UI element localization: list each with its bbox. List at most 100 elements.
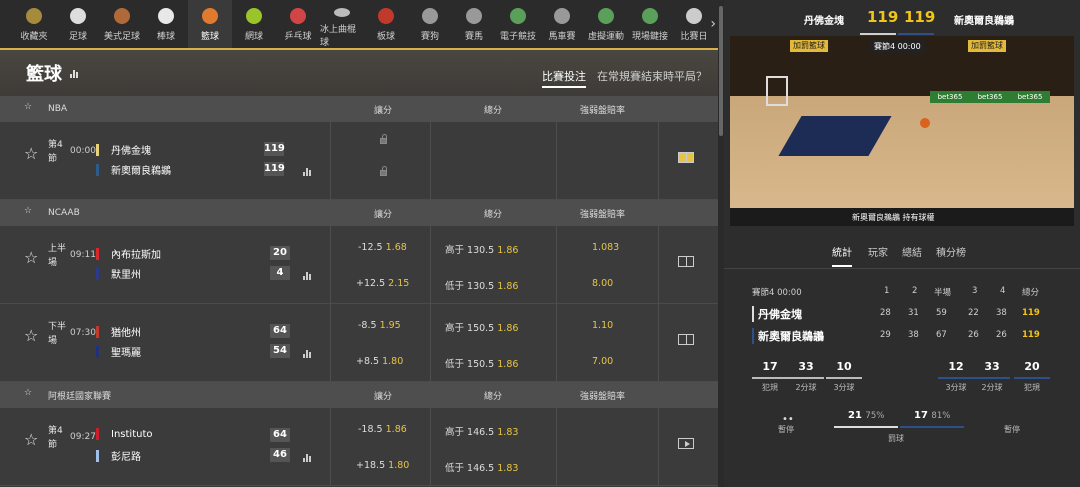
moneyline-odd[interactable]: 8.00 <box>592 278 613 289</box>
team-name[interactable]: 猶他州 <box>96 324 141 339</box>
tab-stats[interactable]: 統計 <box>832 244 852 267</box>
column-header: 讓分 <box>374 209 393 220</box>
nav-item[interactable]: 虛擬運動 <box>584 0 628 48</box>
team-label: 彭尼路 <box>111 452 141 463</box>
team-name[interactable]: Instituto <box>96 428 153 440</box>
nav-item[interactable]: 現場鍵接 <box>628 0 672 48</box>
handicap-odd[interactable]: +8.5 1.80 <box>356 356 403 367</box>
total-odd[interactable]: 高于 130.5 1.86 <box>445 242 518 256</box>
tab-draw-regular[interactable]: 在常規賽結束時平局？ <box>597 68 707 84</box>
moneyline-odd[interactable]: 1.10 <box>592 320 613 331</box>
total-line: 高于 130.5 <box>445 245 495 256</box>
handicap-line: +12.5 <box>356 278 386 289</box>
column-divider <box>430 408 431 486</box>
column-divider <box>330 122 331 200</box>
nav-item[interactable]: 籃球 <box>188 0 232 48</box>
team-name[interactable]: 默里州 <box>96 266 141 281</box>
league-header: ☆ NBA 讓分 總分 強弱盤賠率 <box>0 96 718 122</box>
stat-value: 17 <box>752 360 788 379</box>
pitch-icon[interactable] <box>678 256 694 267</box>
nav-item[interactable]: 收藏夾 <box>12 0 56 48</box>
nav-label: 乒乓球 <box>284 32 312 42</box>
total-odd[interactable]: 低于 146.5 1.83 <box>445 460 518 474</box>
nav-label: 虛擬運動 <box>587 32 624 42</box>
video-icon[interactable] <box>678 438 694 449</box>
scrollbar-thumb[interactable] <box>719 6 723 136</box>
ad-text: bet365 <box>1017 93 1043 101</box>
ft-bar-home <box>834 426 898 428</box>
nav-item[interactable]: 比賽日 <box>672 0 716 48</box>
nav-item[interactable]: 足球 <box>56 0 100 48</box>
column-divider <box>430 226 431 304</box>
tab-match-bets[interactable]: 比賽投注 <box>542 68 586 88</box>
column-divider <box>330 408 331 486</box>
stat-home-2pt: 33 2分球 <box>788 360 824 393</box>
total-odd[interactable]: 高于 146.5 1.83 <box>445 424 518 438</box>
stats-icon[interactable] <box>303 452 311 462</box>
total-price: 1.83 <box>497 427 519 438</box>
stats-icon[interactable] <box>70 68 78 78</box>
match-row[interactable]: ☆ 下半場 07:30 猶他州 64 聖瑪麗 54 -8.5 1.95 高于 150.5 1.8… <box>0 304 718 382</box>
team-name[interactable]: 內布拉斯加 <box>96 246 161 261</box>
pitch-icon[interactable] <box>678 334 694 345</box>
stats-icon[interactable] <box>303 348 311 358</box>
nav-item[interactable]: 網球 <box>232 0 276 48</box>
team-name[interactable]: 彭尼路 <box>96 448 141 463</box>
tab-summary[interactable]: 總結 <box>902 244 922 259</box>
sports-nav: 收藏夾 足球 美式足球 棒球 籃球 網球 乒乓球 冰上曲棍球 板球 賽狗 賽馬 電子競技 馬車賽 虛擬運動… <box>0 0 720 50</box>
handicap-odd[interactable]: -8.5 1.95 <box>358 320 401 331</box>
nav-label: 收藏夾 <box>20 32 48 42</box>
tab-standings[interactable]: 積分榜 <box>936 244 966 259</box>
nav-item[interactable]: 冰上曲棍球 <box>320 0 364 48</box>
table-head-half: 半場 <box>934 288 952 298</box>
total-odd[interactable]: 低于 150.5 1.86 <box>445 356 518 370</box>
match-row[interactable]: ☆ 第4節 09:27 Instituto 64 彭尼路 46 -18.5 1.86 高于 14… <box>0 408 718 486</box>
star-icon[interactable]: ☆ <box>24 248 38 267</box>
nav-item[interactable]: 賽狗 <box>408 0 452 48</box>
total-odd[interactable]: 低于 130.5 1.86 <box>445 278 518 292</box>
handicap-odd[interactable]: -18.5 1.86 <box>358 424 407 435</box>
star-icon <box>26 8 42 24</box>
nav-item[interactable]: 美式足球 <box>100 0 144 48</box>
nav-item[interactable]: 賽馬 <box>452 0 496 48</box>
column-divider <box>658 408 659 486</box>
live-away-team: 新奧爾良鵜鶘 <box>954 16 1014 27</box>
nav-item[interactable]: 板球 <box>364 0 408 48</box>
chevron-right-icon[interactable]: › <box>710 16 716 32</box>
star-icon[interactable]: ☆ <box>24 388 32 398</box>
team-name[interactable]: 聖瑪麗 <box>96 344 141 359</box>
virtual-icon <box>598 8 614 24</box>
stats-icon[interactable] <box>303 270 311 280</box>
nav-item[interactable]: 乒乓球 <box>276 0 320 48</box>
star-icon[interactable]: ☆ <box>24 206 32 216</box>
match-row[interactable]: ☆ 第4節 00:00 丹佛金塊 119 新奧爾良鵜鶘 119 <box>0 122 718 200</box>
handicap-odd[interactable]: +12.5 2.15 <box>356 278 409 289</box>
moneyline-odd[interactable]: 7.00 <box>592 356 613 367</box>
star-icon[interactable]: ☆ <box>24 102 32 112</box>
star-icon[interactable]: ☆ <box>24 326 38 345</box>
stats-icon[interactable] <box>303 166 311 176</box>
horse-icon <box>466 8 482 24</box>
column-divider <box>430 304 431 382</box>
match-row[interactable]: ☆ 上半場 09:11 內布拉斯加 20 默里州 4 -12.5 1.68 高于 130.5 1… <box>0 226 718 304</box>
team-name[interactable]: 新奧爾良鵜鶘 <box>96 162 171 177</box>
star-icon[interactable]: ☆ <box>24 144 38 163</box>
nav-item[interactable]: 馬車賽 <box>540 0 584 48</box>
handicap-odd[interactable]: -12.5 1.68 <box>358 242 407 253</box>
handicap-price: 2.15 <box>388 278 410 289</box>
nav-item[interactable]: 棒球 <box>144 0 188 48</box>
cell: 38 <box>908 330 919 340</box>
handicap-odd[interactable]: +18.5 1.80 <box>356 460 409 471</box>
team-score: 64 <box>270 324 290 338</box>
app: 收藏夾 足球 美式足球 棒球 籃球 網球 乒乓球 冰上曲棍球 板球 賽狗 賽馬 電子競技 馬車賽 虛擬運動… <box>0 0 1080 487</box>
total-odd[interactable]: 高于 150.5 1.86 <box>445 320 518 334</box>
hockey-icon <box>334 8 350 17</box>
moneyline-odd[interactable]: 1.083 <box>592 242 619 253</box>
live-tv-icon[interactable] <box>678 152 694 163</box>
team-name[interactable]: 丹佛金塊 <box>96 142 151 157</box>
tab-players[interactable]: 玩家 <box>868 244 888 259</box>
star-icon[interactable]: ☆ <box>24 430 38 449</box>
court-visual[interactable]: bet365 bet365 bet365 加罰籃球 賽節4 00:00 加罰籃球… <box>730 36 1074 226</box>
nav-item[interactable]: 電子競技 <box>496 0 540 48</box>
pingpong-icon <box>290 8 306 24</box>
